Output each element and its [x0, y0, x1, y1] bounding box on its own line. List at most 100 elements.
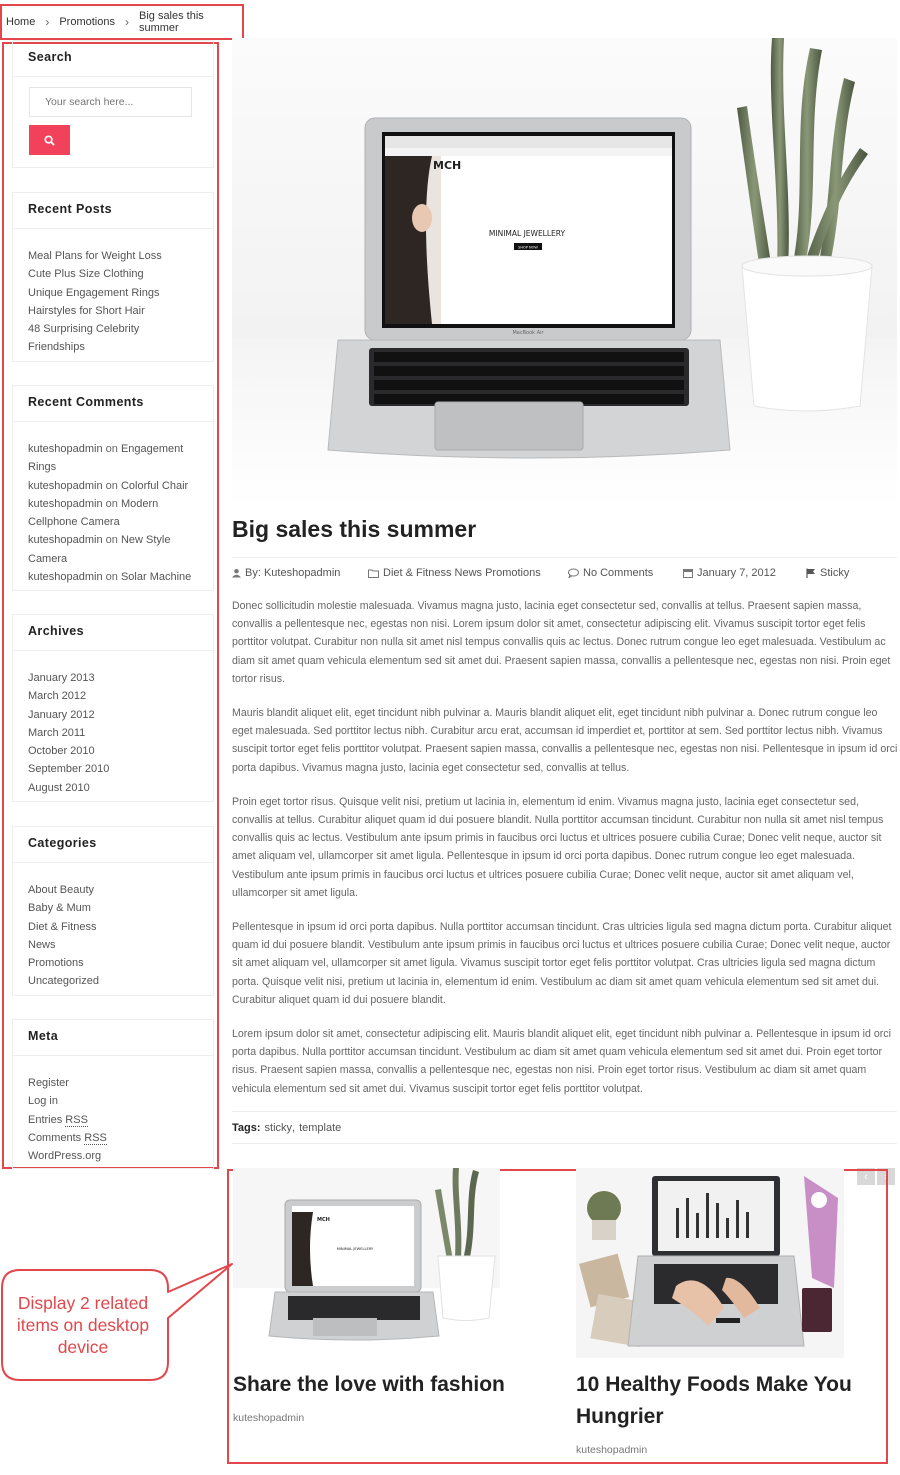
svg-text:MINIMAL JEWELLERY: MINIMAL JEWELLERY [337, 1247, 374, 1251]
login-link[interactable]: Log in [28, 1092, 213, 1110]
recent-post-link[interactable]: Friendships [28, 338, 213, 356]
post-date: January 7, 2012 [683, 567, 776, 579]
meta-widget: Meta Register Log in Entries RSS Comment… [12, 1019, 214, 1169]
comment-post-link[interactable]: Rings [28, 461, 56, 473]
laptop-plant-image: MCH MINIMAL JEWELLERY [233, 1168, 500, 1358]
recent-post-link[interactable]: Hairstyles for Short Hair [28, 302, 213, 320]
archive-link[interactable]: January 2012 [28, 706, 213, 724]
recent-posts-widget: Recent Posts Meal Plans for Weight Loss … [12, 192, 214, 362]
tags-label: Tags: [232, 1121, 261, 1134]
svg-text:MINIMAL JEWELLERY: MINIMAL JEWELLERY [489, 229, 566, 238]
comment-post-link[interactable]: Modern [121, 498, 158, 510]
category-link[interactable]: Promotions [28, 954, 213, 972]
post-tags: Tags: sticky, template [232, 1111, 897, 1144]
comment-author[interactable]: kuteshopadmin [28, 534, 103, 546]
search-icon [44, 134, 55, 146]
breadcrumb-home[interactable]: Home [6, 16, 35, 28]
recent-comment: Cellphone Camera [28, 513, 213, 531]
archive-link[interactable]: January 2013 [28, 669, 213, 687]
tag-link[interactable]: sticky [265, 1122, 293, 1134]
categories-widget: Categories About Beauty Baby & Mum Diet … [12, 826, 214, 996]
recent-comment: kuteshopadmin on Engagement [28, 443, 184, 455]
widget-title-recent-posts: Recent Posts [13, 193, 213, 229]
archive-link[interactable]: September 2010 [28, 760, 213, 778]
widget-title-recent-comments: Recent Comments [13, 386, 213, 422]
post-author[interactable]: By: Kuteshopadmin [232, 567, 340, 579]
tag-link[interactable]: template [299, 1122, 341, 1134]
register-link[interactable]: Register [28, 1074, 213, 1092]
comment-icon [568, 568, 579, 578]
recent-post-link[interactable]: Meal Plans for Weight Loss [28, 247, 213, 265]
annotation-text: Display 2 related items on desktop devic… [16, 1293, 150, 1357]
comment-post-link[interactable]: Solar Machine [121, 571, 191, 583]
comment-author[interactable]: kuteshopadmin [28, 443, 103, 455]
post-paragraph: Donec sollicitudin molestie malesuada. V… [232, 600, 891, 685]
sidebar: Search Recent Posts Meal Plans for Weigh… [2, 40, 219, 1169]
breadcrumb-current: Big sales this summer [138, 10, 204, 34]
calendar-icon [683, 569, 693, 578]
category-link[interactable]: About Beauty [28, 881, 213, 899]
category-link[interactable]: Diet & Fitness [28, 918, 213, 936]
archive-link[interactable]: August 2010 [28, 779, 213, 797]
recent-post-link[interactable]: Unique Engagement Rings [28, 284, 213, 302]
archive-link[interactable]: October 2010 [28, 742, 213, 760]
archive-link[interactable]: March 2012 [28, 687, 213, 705]
post-paragraph: Lorem ipsum dolor sit amet, consectetur … [232, 1028, 891, 1095]
post-categories[interactable]: Diet & Fitness News Promotions [368, 567, 541, 579]
recent-comment: Camera [28, 550, 213, 568]
svg-text:MCH: MCH [317, 1217, 330, 1223]
post-paragraph: Mauris blandit aliquet elit, eget tincid… [232, 707, 898, 774]
comment-author[interactable]: kuteshopadmin [28, 498, 103, 510]
breadcrumb: Home › Promotions › Big sales this summe… [0, 4, 244, 40]
post-paragraph: Proin eget tortor risus. Quisque velit n… [232, 795, 884, 899]
post-paragraph: Pellentesque in ipsum id orci porta dapi… [232, 921, 892, 1006]
comment-post-link[interactable]: Camera [28, 553, 67, 565]
svg-text:SHOP NOW: SHOP NOW [518, 246, 538, 250]
related-post-title[interactable]: 10 Healthy Foods Make You Hungrier [576, 1369, 886, 1433]
related-post-image[interactable]: MCH MINIMAL JEWELLERY [233, 1168, 500, 1358]
archive-link[interactable]: March 2011 [28, 724, 213, 742]
comment-post-link[interactable]: Engagement [121, 443, 183, 455]
post-title: Big sales this summer [232, 516, 477, 542]
related-post-author[interactable]: kuteshopadmin [576, 1444, 647, 1456]
recent-comments-widget: Recent Comments kuteshopadmin on Engagem… [12, 385, 214, 591]
post-meta: By: Kuteshopadmin Diet & Fitness News Pr… [232, 557, 897, 589]
chevron-right-icon: › [124, 15, 129, 29]
flag-icon [806, 568, 815, 578]
widget-title-archives: Archives [13, 615, 213, 651]
category-link[interactable]: News [28, 936, 213, 954]
comment-post-link[interactable]: New Style [121, 534, 171, 546]
recent-post-link[interactable]: Cute Plus Size Clothing [28, 265, 213, 283]
comment-author[interactable]: kuteshopadmin [28, 571, 103, 583]
widget-title-search: Search [13, 41, 213, 77]
search-input[interactable] [29, 87, 192, 117]
category-link[interactable]: Uncategorized [28, 972, 213, 990]
entries-rss-link[interactable]: Entries RSS [28, 1111, 213, 1129]
recent-comment: kuteshopadmin on Solar Machine [28, 571, 192, 584]
archives-widget: Archives January 2013 March 2012 January… [12, 614, 214, 802]
hands-laptop-image [576, 1168, 844, 1358]
wordpress-link[interactable]: WordPress.org [28, 1147, 213, 1165]
comments-rss-link[interactable]: Comments RSS [28, 1129, 213, 1147]
chevron-right-icon: › [45, 15, 50, 29]
recent-comment: kuteshopadmin on Colorful Chair [28, 479, 189, 492]
related-post-image[interactable] [576, 1168, 844, 1358]
search-button[interactable] [29, 125, 70, 155]
widget-title-categories: Categories [13, 827, 213, 863]
svg-text:MacBook Air: MacBook Air [512, 330, 544, 336]
comment-author[interactable]: kuteshopadmin [28, 480, 103, 492]
recent-post-link[interactable]: 48 Surprising Celebrity [28, 320, 213, 338]
recent-comment: kuteshopadmin on Modern [28, 497, 159, 510]
recent-comment: Rings [28, 458, 213, 476]
svg-text:MCH: MCH [433, 159, 461, 172]
related-post-title[interactable]: Share the love with fashion [233, 1369, 563, 1401]
related-post-author[interactable]: kuteshopadmin [233, 1412, 304, 1424]
comment-post-link[interactable]: Cellphone Camera [28, 516, 120, 528]
comment-post-link[interactable]: Colorful Chair [121, 480, 188, 492]
breadcrumb-promotions[interactable]: Promotions [59, 16, 115, 28]
category-link[interactable]: Baby & Mum [28, 899, 213, 917]
search-widget: Search [12, 40, 214, 168]
post-comments[interactable]: No Comments [568, 567, 653, 579]
recent-comment: kuteshopadmin on New Style [28, 534, 171, 547]
post-content: Donec sollicitudin molestie malesuada. V… [232, 597, 899, 1114]
